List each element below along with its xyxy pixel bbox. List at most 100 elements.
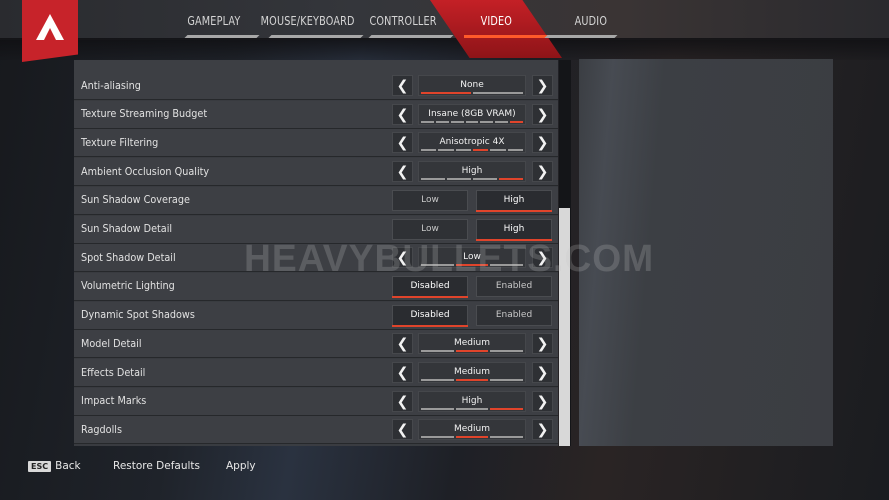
chevron-left-icon[interactable]: ❮ [392,362,413,383]
stepper-value-box: Insane (8GB VRAM) [418,103,526,125]
chevron-left-icon[interactable]: ❮ [392,75,413,96]
chevron-right-icon[interactable]: ❯ [532,362,553,383]
chevron-left-icon[interactable]: ❮ [392,132,413,154]
spot-shadow-detail-stepper: ❮ Low ❯ [392,246,554,270]
stepper-value: Anisotropic 4X [439,137,505,148]
setting-label: Impact Marks [81,395,152,407]
level-segment [421,264,454,267]
setting-row-sun-shadow-detail: Sun Shadow Detail Low High [74,215,558,244]
level-segment [490,149,506,152]
chevron-right-icon[interactable]: ❯ [532,161,553,183]
option-enabled-button[interactable]: Enabled [476,304,552,326]
stepper-value: Insane (8GB VRAM) [428,108,516,119]
footer-actions: ESC Back Restore Defaults Apply [0,456,889,478]
setting-label-text: Sun Shadow Detail [81,223,173,235]
setting-label: Model Detail [81,338,147,350]
anti-aliasing-stepper: ❮ None ❯ [392,74,554,98]
tab-underline [368,35,454,38]
tab-mouse-keyboard[interactable]: MOUSE/KEYBOARD [261,0,364,40]
chevron-left-icon[interactable]: ❮ [392,103,413,125]
setting-label: Dynamic Spot Shadows [81,309,205,321]
chevron-right-icon[interactable]: ❯ [532,132,553,154]
ambient-occlusion-quality-stepper: ❮ High ❯ [392,160,554,184]
chevron-right-icon[interactable]: ❯ [532,103,553,125]
stepper-value-box: Low [418,247,526,269]
level-segment [421,436,454,439]
setting-row-dynamic-spot-shadows: Dynamic Spot Shadows Disabled Enabled [74,301,558,330]
tab-underline-active [464,35,550,38]
scrollbar-thumb[interactable] [559,208,570,446]
level-segment [465,120,479,123]
setting-label: Sun Shadow Detail [81,223,180,235]
level-segment-active [455,436,489,439]
tab-label: VIDEO [480,12,512,28]
volumetric-lighting-toggle: Disabled Enabled [392,275,554,299]
tab-audio[interactable]: AUDIO [544,0,626,40]
setting-label: Spot Shadow Detail [81,252,184,264]
setting-row-anti-aliasing: Anti-aliasing ❮ None ❯ [74,72,558,100]
option-enabled-button[interactable]: Enabled [476,275,552,297]
chevron-right-icon[interactable]: ❯ [532,333,553,355]
tab-gameplay[interactable]: GAMEPLAY [178,0,260,40]
chevron-left-icon[interactable]: ❮ [392,390,413,412]
setting-label: Effects Detail [81,367,151,379]
option-disabled-button[interactable]: Disabled [392,304,468,327]
apply-button[interactable]: Apply [226,456,256,476]
chevron-left-icon[interactable]: ❮ [392,419,413,441]
setting-row-sun-shadow-coverage: Sun Shadow Coverage Low High [74,186,558,215]
restore-defaults-button[interactable]: Restore Defaults [113,456,200,476]
tab-controller[interactable]: CONTROLLER [362,0,454,40]
level-segment [455,149,471,152]
chevron-right-icon[interactable]: ❯ [532,75,553,96]
impact-marks-stepper: ❮ High ❯ [392,390,554,414]
tab-underline [544,35,618,38]
setting-label: Sun Shadow Coverage [81,194,199,206]
ragdolls-stepper: ❮ Medium ❯ [392,418,554,442]
level-segment [421,350,454,353]
level-segment [421,120,434,123]
level-segment [507,149,523,152]
level-segment [455,407,489,410]
setting-label-text: Texture Filtering [81,136,159,149]
stepper-value-box: None [418,75,526,96]
level-segment-active [455,379,489,381]
tab-video[interactable]: VIDEO [454,0,550,40]
level-segment-active [455,350,489,353]
level-segment-active [472,149,489,152]
setting-row-impact-marks: Impact Marks ❮ High ❯ [74,387,558,416]
level-indicator [421,407,524,410]
chevron-left-icon[interactable]: ❮ [392,161,413,183]
sun-shadow-coverage-toggle: Low High [392,189,554,213]
level-segment [447,178,471,181]
option-high-button[interactable]: High [476,189,552,212]
option-low-button[interactable]: Low [392,218,468,240]
option-low-button[interactable]: Low [392,189,468,211]
apex-logo-icon [36,14,64,40]
tab-label: MOUSE/KEYBOARD [261,12,355,28]
stepper-value: None [460,80,484,90]
dynamic-spot-shadows-toggle: Disabled Enabled [392,304,554,328]
setting-label-text: Sun Shadow Coverage [81,194,190,207]
chevron-left-icon[interactable]: ❮ [392,333,413,355]
setting-label-text: Dynamic Spot Shadows [81,309,195,322]
option-high-button[interactable]: High [476,218,552,241]
apex-logo [22,0,78,62]
texture-streaming-budget-stepper: ❮ Insane (8GB VRAM) ❯ [392,103,554,127]
setting-label-text: Volumetric Lighting [81,280,175,293]
setting-label: Anti-aliasing [81,80,146,92]
level-indicator [421,149,523,152]
stepper-value: Medium [454,424,490,435]
setting-label-text: Texture Streaming Budget [81,108,208,121]
chevron-left-icon[interactable]: ❮ [392,247,413,269]
chevron-right-icon[interactable]: ❯ [532,247,553,269]
option-disabled-button[interactable]: Disabled [392,275,468,298]
stepper-value: High [461,395,483,406]
chevron-right-icon[interactable]: ❯ [532,419,553,441]
level-indicator [421,92,523,94]
chevron-right-icon[interactable]: ❯ [532,390,553,412]
level-indicator [421,178,523,181]
back-button[interactable]: ESC Back [28,456,81,476]
stepper-value-box: High [418,390,526,412]
level-indicator [421,350,524,353]
stepper-value: Low [463,252,481,263]
